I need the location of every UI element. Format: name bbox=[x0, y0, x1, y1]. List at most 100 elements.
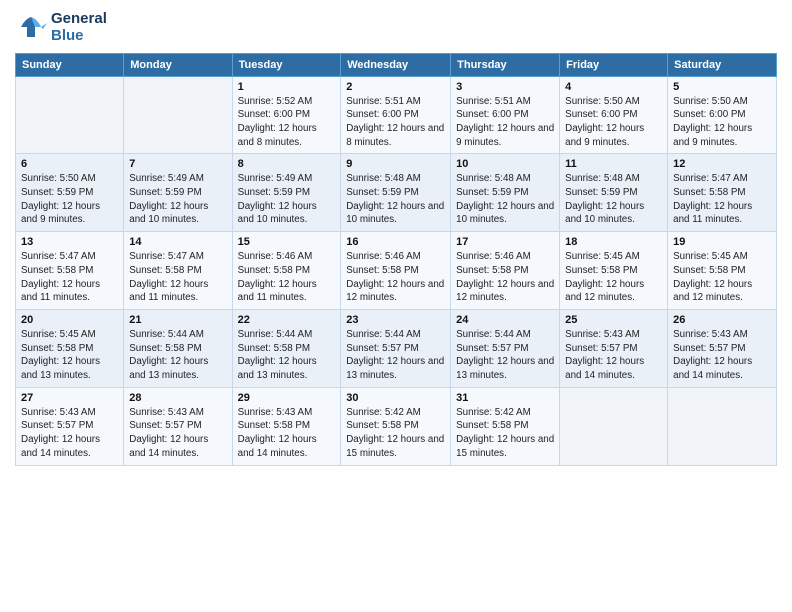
calendar-cell bbox=[668, 387, 777, 465]
week-row-5: 27 Sunrise: 5:43 AM Sunset: 5:57 PM Dayli… bbox=[16, 387, 777, 465]
calendar-cell: 12 Sunrise: 5:47 AM Sunset: 5:58 PM Dayli… bbox=[668, 154, 777, 232]
day-info: Sunrise: 5:48 AM Sunset: 5:59 PM Dayligh… bbox=[565, 172, 662, 227]
calendar-cell: 13Sunrise: 5:47 AM Sunset: 5:58 PM Dayli… bbox=[16, 232, 124, 310]
day-number: 8 bbox=[238, 158, 336, 170]
calendar-cell: 29 Sunrise: 5:43 AM Sunset: 5:58 PM Dayli… bbox=[232, 387, 341, 465]
day-info: Sunrise: 5:44 AM Sunset: 5:57 PM Dayligh… bbox=[456, 328, 554, 383]
day-number: 29 bbox=[238, 392, 336, 404]
day-number: 26 bbox=[673, 314, 771, 326]
logo-line2: Blue bbox=[51, 27, 107, 44]
day-number: 28 bbox=[129, 392, 226, 404]
calendar-cell: 3 Sunrise: 5:51 AM Sunset: 6:00 PM Daylig… bbox=[451, 76, 560, 154]
day-info: Sunrise: 5:51 AM Sunset: 6:00 PM Dayligh… bbox=[346, 95, 445, 150]
day-info: Sunrise: 5:43 AM Sunset: 5:57 PM Dayligh… bbox=[673, 328, 771, 383]
day-info: Sunrise: 5:50 AM Sunset: 5:59 PM Dayligh… bbox=[21, 172, 118, 227]
calendar-cell: 10 Sunrise: 5:48 AM Sunset: 5:59 PM Dayli… bbox=[451, 154, 560, 232]
logo-line1: General bbox=[51, 10, 107, 27]
calendar-header-row: SundayMondayTuesdayWednesdayThursdayFrid… bbox=[16, 53, 777, 76]
day-info: Sunrise: 5:49 AM Sunset: 5:59 PM Dayligh… bbox=[238, 172, 336, 227]
calendar-cell: 22 Sunrise: 5:44 AM Sunset: 5:58 PM Dayli… bbox=[232, 309, 341, 387]
day-info: Sunrise: 5:50 AM Sunset: 6:00 PM Dayligh… bbox=[565, 95, 662, 150]
calendar-cell: 14 Sunrise: 5:47 AM Sunset: 5:58 PM Dayli… bbox=[124, 232, 232, 310]
day-number: 18 bbox=[565, 236, 662, 248]
calendar-cell: 8 Sunrise: 5:49 AM Sunset: 5:59 PM Daylig… bbox=[232, 154, 341, 232]
day-info: Sunrise: 5:49 AM Sunset: 5:59 PM Dayligh… bbox=[129, 172, 226, 227]
calendar-cell: 7 Sunrise: 5:49 AM Sunset: 5:59 PM Daylig… bbox=[124, 154, 232, 232]
week-row-4: 20 Sunrise: 5:45 AM Sunset: 5:58 PM Dayli… bbox=[16, 309, 777, 387]
calendar-cell bbox=[16, 76, 124, 154]
page: General Blue SundayMondayTuesdayWednesda… bbox=[0, 0, 792, 612]
day-number: 16 bbox=[346, 236, 445, 248]
day-number: 24 bbox=[456, 314, 554, 326]
day-number: 15 bbox=[238, 236, 336, 248]
day-info: Sunrise: 5:43 AM Sunset: 5:57 PM Dayligh… bbox=[21, 406, 118, 461]
day-info: Sunrise: 5:46 AM Sunset: 5:58 PM Dayligh… bbox=[456, 250, 554, 305]
calendar-cell: 11 Sunrise: 5:48 AM Sunset: 5:59 PM Dayli… bbox=[560, 154, 668, 232]
day-number: 14 bbox=[129, 236, 226, 248]
day-header-friday: Friday bbox=[560, 53, 668, 76]
calendar-cell: 21 Sunrise: 5:44 AM Sunset: 5:58 PM Dayli… bbox=[124, 309, 232, 387]
day-info: Sunrise: 5:47 AM Sunset: 5:58 PM Dayligh… bbox=[673, 172, 771, 227]
logo-bird-icon bbox=[15, 13, 47, 41]
day-info: Sunrise: 5:42 AM Sunset: 5:58 PM Dayligh… bbox=[456, 406, 554, 461]
day-header-sunday: Sunday bbox=[16, 53, 124, 76]
day-number: 13 bbox=[21, 236, 118, 248]
day-number: 9 bbox=[346, 158, 445, 170]
day-number: 7 bbox=[129, 158, 226, 170]
calendar-cell: 2 Sunrise: 5:51 AM Sunset: 6:00 PM Daylig… bbox=[341, 76, 451, 154]
day-info: Sunrise: 5:51 AM Sunset: 6:00 PM Dayligh… bbox=[456, 95, 554, 150]
calendar-cell: 23 Sunrise: 5:44 AM Sunset: 5:57 PM Dayli… bbox=[341, 309, 451, 387]
calendar-cell: 16 Sunrise: 5:46 AM Sunset: 5:58 PM Dayli… bbox=[341, 232, 451, 310]
week-row-2: 6 Sunrise: 5:50 AM Sunset: 5:59 PM Daylig… bbox=[16, 154, 777, 232]
day-number: 11 bbox=[565, 158, 662, 170]
day-header-saturday: Saturday bbox=[668, 53, 777, 76]
day-info: Sunrise: 5:45 AM Sunset: 5:58 PM Dayligh… bbox=[21, 328, 118, 383]
day-number: 27 bbox=[21, 392, 118, 404]
day-number: 10 bbox=[456, 158, 554, 170]
calendar-cell: 24 Sunrise: 5:44 AM Sunset: 5:57 PM Dayli… bbox=[451, 309, 560, 387]
calendar-cell: 9Sunrise: 5:48 AM Sunset: 5:59 PM Daylig… bbox=[341, 154, 451, 232]
header: General Blue bbox=[15, 10, 777, 45]
calendar-cell: 17Sunrise: 5:46 AM Sunset: 5:58 PM Dayli… bbox=[451, 232, 560, 310]
day-info: Sunrise: 5:46 AM Sunset: 5:58 PM Dayligh… bbox=[346, 250, 445, 305]
day-number: 1 bbox=[238, 81, 336, 93]
day-info: Sunrise: 5:43 AM Sunset: 5:58 PM Dayligh… bbox=[238, 406, 336, 461]
day-number: 3 bbox=[456, 81, 554, 93]
calendar-cell: 15 Sunrise: 5:46 AM Sunset: 5:58 PM Dayli… bbox=[232, 232, 341, 310]
calendar-cell: 18 Sunrise: 5:45 AM Sunset: 5:58 PM Dayli… bbox=[560, 232, 668, 310]
day-number: 20 bbox=[21, 314, 118, 326]
day-number: 23 bbox=[346, 314, 445, 326]
day-number: 5 bbox=[673, 81, 771, 93]
day-header-tuesday: Tuesday bbox=[232, 53, 341, 76]
day-info: Sunrise: 5:50 AM Sunset: 6:00 PM Dayligh… bbox=[673, 95, 771, 150]
day-number: 22 bbox=[238, 314, 336, 326]
day-number: 31 bbox=[456, 392, 554, 404]
day-info: Sunrise: 5:46 AM Sunset: 5:58 PM Dayligh… bbox=[238, 250, 336, 305]
calendar-cell: 6 Sunrise: 5:50 AM Sunset: 5:59 PM Daylig… bbox=[16, 154, 124, 232]
calendar-cell: 4 Sunrise: 5:50 AM Sunset: 6:00 PM Daylig… bbox=[560, 76, 668, 154]
day-info: Sunrise: 5:48 AM Sunset: 5:59 PM Dayligh… bbox=[456, 172, 554, 227]
day-number: 12 bbox=[673, 158, 771, 170]
day-number: 4 bbox=[565, 81, 662, 93]
calendar-cell: 25Sunrise: 5:43 AM Sunset: 5:57 PM Dayli… bbox=[560, 309, 668, 387]
day-header-thursday: Thursday bbox=[451, 53, 560, 76]
calendar-cell bbox=[560, 387, 668, 465]
calendar-cell: 20 Sunrise: 5:45 AM Sunset: 5:58 PM Dayli… bbox=[16, 309, 124, 387]
calendar-cell: 27 Sunrise: 5:43 AM Sunset: 5:57 PM Dayli… bbox=[16, 387, 124, 465]
calendar: SundayMondayTuesdayWednesdayThursdayFrid… bbox=[15, 53, 777, 466]
day-number: 2 bbox=[346, 81, 445, 93]
day-number: 6 bbox=[21, 158, 118, 170]
week-row-1: 1Sunrise: 5:52 AM Sunset: 6:00 PM Daylig… bbox=[16, 76, 777, 154]
day-info: Sunrise: 5:44 AM Sunset: 5:57 PM Dayligh… bbox=[346, 328, 445, 383]
day-info: Sunrise: 5:45 AM Sunset: 5:58 PM Dayligh… bbox=[565, 250, 662, 305]
calendar-cell: 30Sunrise: 5:42 AM Sunset: 5:58 PM Dayli… bbox=[341, 387, 451, 465]
logo-text-block: General Blue bbox=[51, 10, 107, 45]
day-info: Sunrise: 5:47 AM Sunset: 5:58 PM Dayligh… bbox=[129, 250, 226, 305]
day-number: 21 bbox=[129, 314, 226, 326]
day-number: 19 bbox=[673, 236, 771, 248]
day-header-wednesday: Wednesday bbox=[341, 53, 451, 76]
calendar-cell: 28Sunrise: 5:43 AM Sunset: 5:57 PM Dayli… bbox=[124, 387, 232, 465]
day-info: Sunrise: 5:44 AM Sunset: 5:58 PM Dayligh… bbox=[129, 328, 226, 383]
day-info: Sunrise: 5:44 AM Sunset: 5:58 PM Dayligh… bbox=[238, 328, 336, 383]
day-info: Sunrise: 5:43 AM Sunset: 5:57 PM Dayligh… bbox=[565, 328, 662, 383]
